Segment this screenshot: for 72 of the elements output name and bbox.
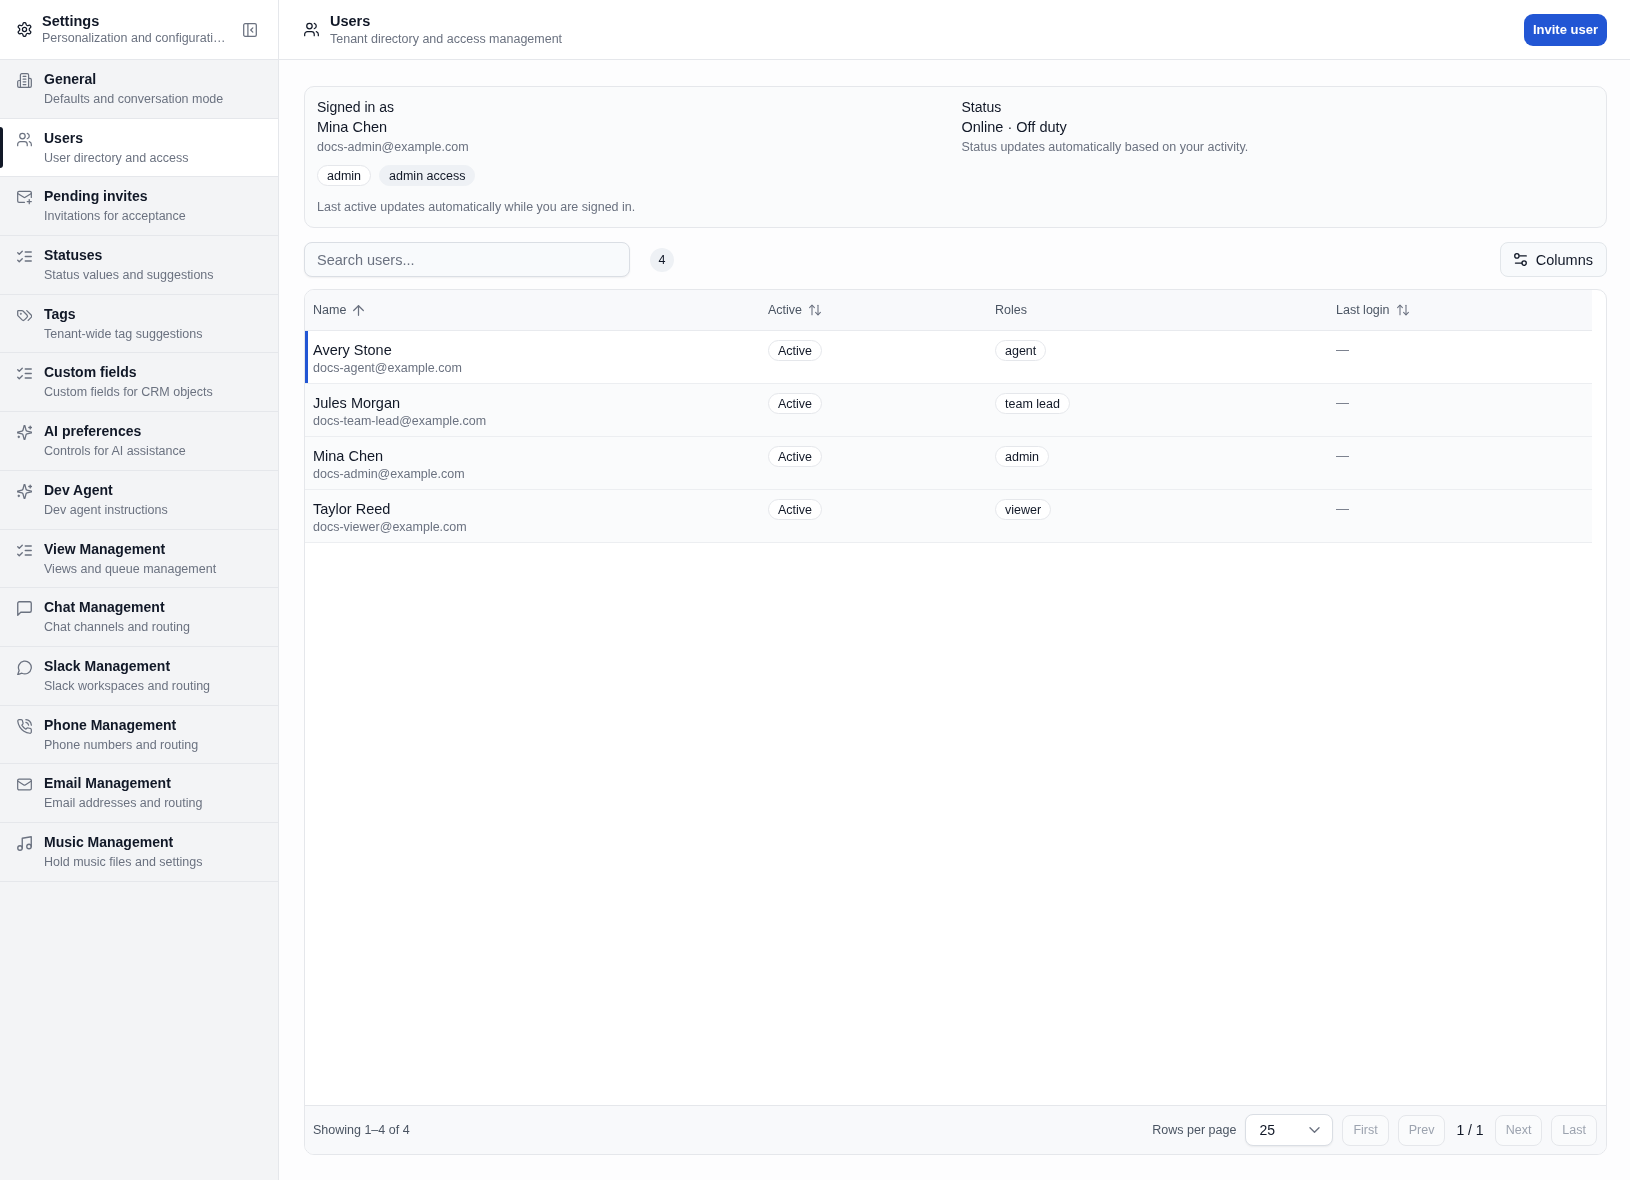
- user-name: Mina Chen: [317, 118, 389, 137]
- page-title: Users: [330, 11, 372, 31]
- role-chip: agent: [995, 340, 1047, 361]
- invite-user-button[interactable]: Invite user: [1523, 13, 1607, 46]
- column-header[interactable]: Name: [305, 303, 365, 317]
- table-row[interactable]: Taylor Reed docs-viewer@example.com Active viewer —: [305, 490, 1592, 543]
- user-email: docs-team-lead@example.com: [313, 413, 487, 430]
- status-pill: Active: [768, 340, 823, 361]
- chat-bubble-icon: [17, 601, 32, 617]
- user-email: docs-admin@example.com: [317, 139, 470, 156]
- phone-icon: [17, 718, 32, 734]
- status-pill: Active: [768, 446, 823, 467]
- sort-ascending-icon: [353, 304, 365, 316]
- status-value: Online · Off duty: [961, 118, 1068, 137]
- sliders-icon: [1513, 253, 1527, 266]
- envelope-plus-icon: [17, 190, 32, 206]
- user-name: Jules Morgan: [313, 394, 401, 413]
- signed-in-label: Signed in as: [317, 98, 396, 117]
- music-note-icon: [17, 835, 32, 851]
- access-chip: admin access: [379, 165, 476, 186]
- rows-per-page-label: Rows per page: [1152, 1123, 1237, 1137]
- role-chip: viewer: [995, 499, 1052, 520]
- building-icon: [17, 73, 32, 88]
- sparkle-icon: [17, 425, 32, 441]
- sidebar-item[interactable]: Users User directory and access: [0, 118, 278, 178]
- status-label: Status: [961, 98, 1003, 117]
- sort-icon: [1396, 304, 1409, 316]
- column-header[interactable]: Last login: [1328, 303, 1409, 317]
- role-chip: admin: [317, 165, 372, 186]
- table-row[interactable]: Jules Morgan docs-team-lead@example.com Active team lead —: [305, 384, 1592, 437]
- envelope-icon: [17, 777, 32, 793]
- sparkle-icon: [17, 483, 32, 499]
- table-row[interactable]: Avery Stone docs-agent@example.com Active agent —: [305, 331, 1592, 384]
- page-subtitle: Tenant directory and access management: [330, 30, 564, 48]
- result-count: 4: [650, 247, 674, 272]
- speech-bubble-icon: [17, 659, 32, 675]
- table-row[interactable]: Mina Chen docs-admin@example.com Active admin —: [305, 437, 1592, 490]
- rows-per-page-select[interactable]: 25: [1245, 1114, 1334, 1146]
- column-header: Roles: [994, 303, 1027, 317]
- collapse-sidebar-icon[interactable]: [243, 22, 257, 37]
- last-login-text: —: [1336, 447, 1349, 465]
- user-email: docs-admin@example.com: [313, 466, 465, 483]
- search-field[interactable]: Search users...: [304, 242, 630, 277]
- user-name: Taylor Reed: [313, 500, 391, 519]
- users-icon: [304, 22, 319, 37]
- last-login-text: —: [1336, 500, 1349, 518]
- columns-button[interactable]: Columns: [1499, 242, 1607, 277]
- column-header[interactable]: Active: [760, 303, 822, 317]
- page-indicator: 1 / 1: [1455, 1122, 1485, 1138]
- sort-icon: [809, 304, 822, 316]
- status-pill: Active: [768, 393, 823, 414]
- checklist-icon: [17, 366, 32, 382]
- results-summary: Showing 1–4 of 4: [313, 1123, 411, 1137]
- user-email: docs-agent@example.com: [313, 360, 462, 377]
- user-name: Mina Chen: [313, 447, 384, 466]
- checklist-icon: [17, 542, 32, 558]
- sidebar-title: Settings: [42, 12, 101, 30]
- checklist-icon: [17, 249, 32, 265]
- user-name: Avery Stone: [313, 341, 392, 360]
- last-login-text: —: [1336, 341, 1349, 359]
- role-chip: admin: [995, 446, 1050, 467]
- tags-icon: [17, 307, 32, 323]
- user-email: docs-viewer@example.com: [313, 519, 467, 536]
- users-icon: [17, 131, 32, 147]
- last-login-text: —: [1336, 394, 1349, 412]
- status-note: Status updates automatically based on your activity.: [961, 139, 1250, 156]
- role-chip: team lead: [995, 393, 1070, 414]
- status-pill: Active: [768, 499, 823, 520]
- activity-note: Last active updates automatically while you are signed in.: [317, 199, 637, 216]
- settings-icon: [17, 22, 32, 37]
- chevron-down-icon: [1309, 1127, 1321, 1133]
- sidebar-subtitle: Personalization and configurati…: [42, 30, 227, 47]
